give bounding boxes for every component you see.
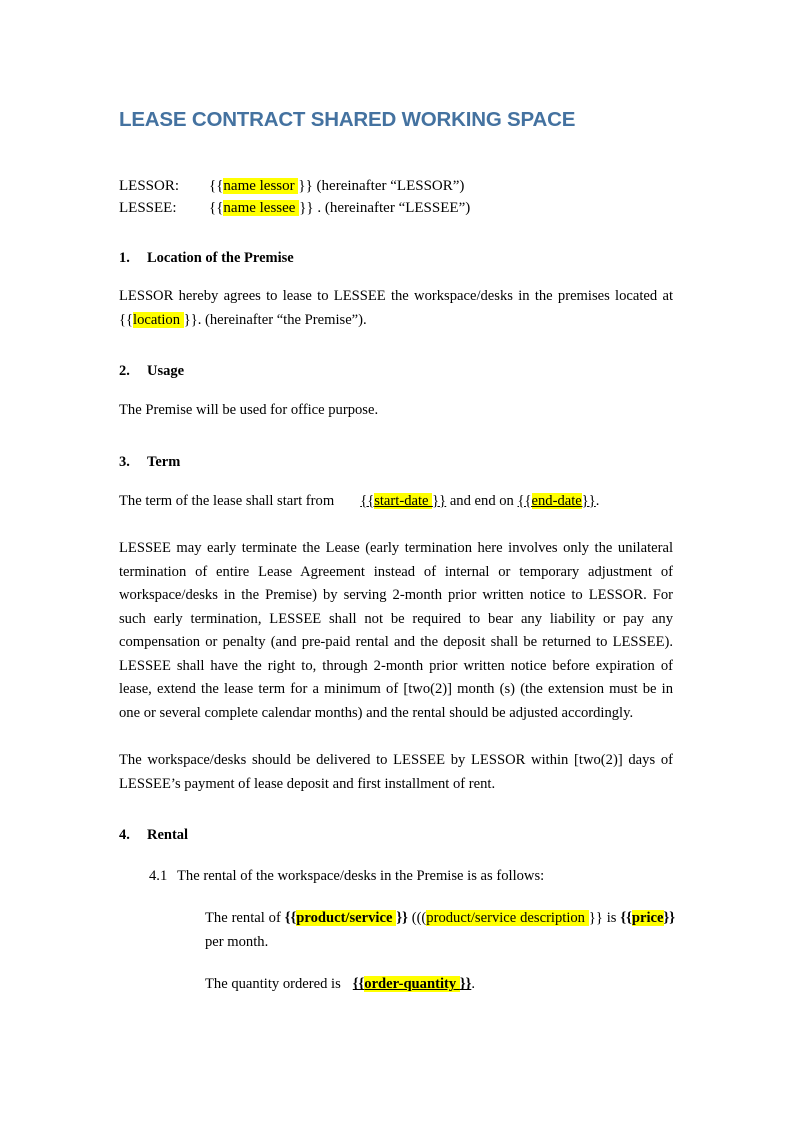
- term-line: The term of the lease shall start from {{…: [119, 490, 673, 514]
- section-heading-3: 3. Term: [119, 453, 673, 472]
- clause-4-1: 4.1 The rental of the workspace/desks in …: [149, 865, 673, 889]
- quantity-prefix: The quantity ordered is: [205, 976, 341, 993]
- lessee-label: LESSEE:: [119, 199, 177, 216]
- price-close-brace: }}: [663, 910, 676, 927]
- lessor-open-brace: {{: [209, 177, 224, 194]
- section-title-4: Rental: [147, 827, 189, 844]
- quantity-close-brace: }}: [459, 976, 472, 993]
- section-3-paragraph-2: LESSEE may early terminate the Lease (ea…: [119, 540, 673, 721]
- section-title-1: Location of the Premise: [147, 249, 294, 266]
- rental-prefix: The rental of: [205, 910, 285, 927]
- section-heading-1: 1. Location of the Premise: [119, 249, 673, 268]
- price-group: {{price}}: [620, 910, 676, 927]
- rental-line: The rental of {{product/service }} (((pr…: [205, 907, 675, 954]
- end-date-open-brace: {{: [517, 492, 532, 509]
- desc-close-brace: }}: [588, 910, 603, 927]
- product-close-brace: }}: [396, 910, 408, 927]
- document-content: LEASE CONTRACT SHARED WORKING SPACE LESS…: [119, 108, 675, 997]
- lessor-suffix: (hereinafter “LESSOR”): [312, 177, 465, 194]
- clause-4-1-number: 4.1: [149, 867, 168, 884]
- price-placeholder[interactable]: price: [631, 910, 664, 927]
- lessor-close-brace: }}: [298, 177, 313, 194]
- quantity-open-brace: {{: [352, 976, 365, 993]
- price-suffix: per month.: [205, 933, 269, 950]
- lessor-label: LESSOR:: [119, 177, 180, 194]
- lessor-row: LESSOR: {{name lessor }} (hereinafter “LE…: [119, 175, 673, 197]
- price-open-brace: {{: [620, 910, 632, 927]
- term-suffix: .: [595, 492, 600, 509]
- section-number-3: 3.: [119, 453, 130, 470]
- order-quantity-placeholder[interactable]: order-quantity: [364, 976, 460, 993]
- product-service-group: {{product/service }}: [284, 910, 408, 927]
- end-date-placeholder[interactable]: end-date: [531, 492, 582, 509]
- section-2-paragraph: The Premise will be used for office purp…: [119, 402, 379, 419]
- location-placeholder[interactable]: location: [133, 311, 184, 328]
- desc-suffix: is: [602, 910, 621, 927]
- section-3-paragraph-3: The workspace/desks should be delivered …: [119, 752, 673, 792]
- location-open-brace: {{: [119, 311, 134, 328]
- parties-block: LESSOR: {{name lessor }} (hereinafter “LE…: [119, 175, 673, 219]
- start-date-placeholder[interactable]: start-date: [374, 492, 433, 509]
- lessee-open-brace: {{: [209, 199, 224, 216]
- end-date-close-brace: }}: [581, 492, 596, 509]
- section-1-text-after: . (hereinafter “the Premise”).: [197, 311, 367, 328]
- section-number-2: 2.: [119, 363, 130, 380]
- product-service-placeholder[interactable]: product/service: [296, 910, 397, 927]
- section-1-text-before: LESSOR hereby agrees to lease to LESSEE …: [119, 288, 673, 305]
- start-date-open-brace: {{: [360, 492, 375, 509]
- clause-4-1-text: The rental of the workspace/desks in the…: [177, 867, 545, 884]
- end-date-group: {{end-date}}: [517, 492, 596, 509]
- lessee-row: LESSEE: {{name lessee }} . (hereinafter “…: [119, 197, 673, 219]
- page-title: LEASE CONTRACT SHARED WORKING SPACE: [119, 108, 576, 131]
- lessor-name-placeholder[interactable]: name lessor: [223, 177, 299, 194]
- document-page: LEASE CONTRACT SHARED WORKING SPACE LESS…: [0, 0, 793, 1122]
- order-quantity-group: {{order-quantity }}: [352, 976, 472, 993]
- quantity-suffix: .: [471, 976, 475, 993]
- lessee-suffix: . (hereinafter “LESSEE”): [313, 199, 471, 216]
- term-prefix: The term of the lease shall start from: [119, 492, 335, 509]
- product-description-placeholder[interactable]: product/service description: [426, 910, 589, 927]
- term-middle: and end on: [446, 492, 518, 509]
- start-date-close-brace: }}: [432, 492, 447, 509]
- quantity-line: The quantity ordered is {{order-quantity …: [205, 973, 675, 997]
- section-title-2: Usage: [147, 363, 185, 380]
- product-open-brace: {{: [284, 910, 297, 927]
- start-date-group: {{start-date }}: [360, 492, 447, 509]
- location-close-brace: }}: [183, 311, 198, 328]
- section-number-1: 1.: [119, 249, 130, 266]
- section-heading-4: 4. Rental: [119, 826, 673, 845]
- lessee-close-brace: }}: [299, 199, 314, 216]
- lessee-name-placeholder[interactable]: name lessee: [223, 199, 300, 216]
- section-heading-2: 2. Usage: [119, 362, 673, 381]
- desc-prefix: (((: [407, 910, 427, 927]
- section-1-paragraph: LESSOR hereby agrees to lease to LESSEE …: [119, 285, 673, 332]
- section-title-3: Term: [147, 453, 181, 470]
- section-number-4: 4.: [119, 827, 130, 844]
